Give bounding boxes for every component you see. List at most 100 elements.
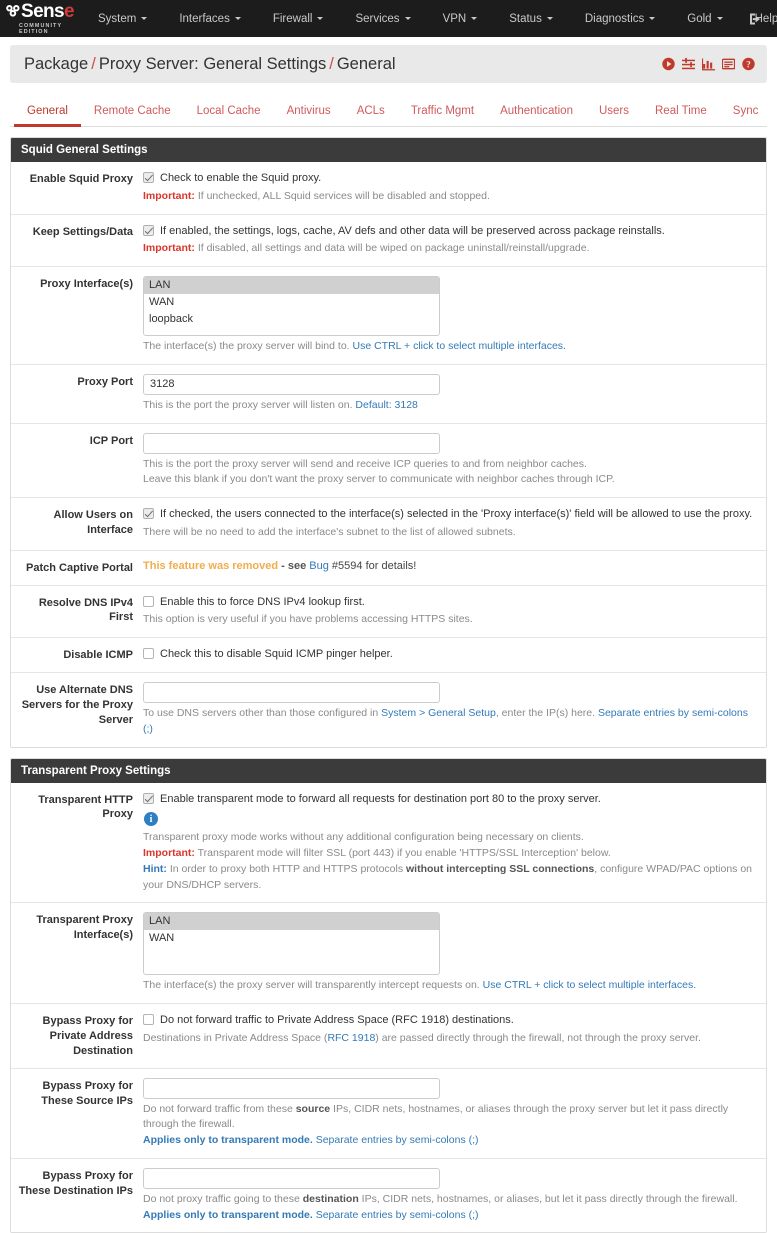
field-transparent-proxy-interfaces: Transparent Proxy Interface(s) LAN WAN T… (11, 903, 766, 1005)
nav-item-status[interactable]: Status (493, 0, 569, 37)
panel-title-squid-general: Squid General Settings (11, 138, 766, 162)
chart-icon[interactable] (702, 58, 715, 71)
note-bold: Applies only to transparent mode. (143, 1134, 313, 1147)
bug-link[interactable]: Bug (309, 560, 329, 572)
field-help: The interface(s) the proxy server will t… (143, 978, 754, 994)
logout-icon[interactable] (748, 12, 763, 26)
field-label: Enable Squid Proxy (29, 173, 133, 185)
field-label: Keep Settings/Data (32, 225, 133, 238)
system-general-setup-link[interactable]: System > General Setup (381, 707, 496, 719)
field-patch-captive-portal: Patch Captive Portal This feature was re… (11, 550, 766, 586)
alternate-dns-servers-input[interactable] (143, 682, 440, 704)
help-text-bold: destination (302, 1192, 359, 1205)
field-disable-icmp: Disable ICMP Check this to disable Squid… (11, 638, 766, 674)
nav-label: Services (355, 12, 400, 25)
separate-entries-link[interactable]: Separate entries by semi-colons (;) (313, 1209, 479, 1221)
tab-traffic-mgmt[interactable]: Traffic Mgmt (398, 101, 487, 127)
transparent-proxy-interfaces-listbox[interactable]: LAN WAN (143, 912, 440, 976)
tab-real-time[interactable]: Real Time (642, 101, 720, 127)
checkbox-label: If enabled, the settings, logs, cache, A… (160, 224, 665, 237)
tab-users[interactable]: Users (586, 101, 642, 127)
nav-item-gold[interactable]: Gold (671, 0, 738, 37)
default-port-link[interactable]: Default: 3128 (355, 399, 417, 411)
field-label: Transparent HTTP Proxy (38, 793, 133, 821)
nav-item-services[interactable]: Services (339, 0, 426, 37)
tab-remote-cache[interactable]: Remote Cache (81, 101, 184, 127)
nav-item-firewall[interactable]: Firewall (257, 0, 340, 37)
transparent-proxy-settings-panel: Transparent Proxy Settings Transparent H… (10, 757, 767, 1233)
field-label: Allow Users on Interface (53, 509, 133, 537)
proxy-port-input[interactable] (143, 373, 440, 395)
help-text-mid: , enter the IP(s) here. (495, 707, 598, 720)
nav-item-interfaces[interactable]: Interfaces (163, 0, 257, 37)
removed-warning-text: This feature was removed (143, 559, 279, 572)
bypass-source-ips-input[interactable] (143, 1077, 440, 1099)
breadcrumb-part-package[interactable]: Package (24, 55, 88, 73)
listbox-option-wan[interactable]: WAN (144, 294, 439, 311)
nav-item-diagnostics[interactable]: Diagnostics (569, 0, 671, 37)
checkbox-label: Check this to disable Squid ICMP pinger … (160, 648, 393, 661)
chevron-down-icon (716, 17, 723, 20)
sliders-icon[interactable] (682, 57, 695, 71)
tab-sync[interactable]: Sync (720, 101, 772, 127)
pfsense-logo[interactable]: Sense COMMUNITY EDITION (4, 2, 75, 35)
listbox-option-lan[interactable]: LAN (144, 277, 439, 295)
svg-text:?: ? (746, 61, 751, 71)
field-help: Do not proxy traffic going to these dest… (143, 1192, 754, 1224)
bug-number-text: #5594 for details! (328, 559, 417, 572)
play-icon[interactable] (662, 57, 675, 71)
field-help: To use DNS servers other than those conf… (143, 706, 754, 738)
separate-entries-link[interactable]: Separate entries by semi-colons (;) (313, 1134, 479, 1146)
icp-port-input[interactable] (143, 432, 440, 454)
enable-squid-proxy-checkbox[interactable] (143, 172, 154, 183)
listbox-option-lan[interactable]: LAN (144, 913, 439, 931)
help-icon[interactable]: ? (742, 57, 755, 71)
tab-authentication[interactable]: Authentication (487, 101, 586, 127)
breadcrumb-separator: / (91, 54, 96, 73)
listbox-option-loopback[interactable]: loopback (144, 311, 439, 328)
help-text: This is the port the proxy server will l… (143, 398, 356, 411)
field-label: Resolve DNS IPv4 First (38, 596, 133, 624)
breadcrumb-actions: ? (662, 57, 755, 71)
field-label: Bypass Proxy for Private Address Destina… (42, 1015, 133, 1057)
info-icon: i (144, 812, 158, 827)
field-label: ICP Port (89, 434, 133, 447)
squid-general-settings-panel: Squid General Settings Enable Squid Prox… (10, 137, 767, 748)
hint-text-pre: In order to proxy both HTTP and HTTPS pr… (166, 862, 406, 875)
ctrl-click-help-link[interactable]: Use CTRL + click to select multiple inte… (353, 340, 566, 352)
help-text-pre: To use DNS servers other than those conf… (143, 707, 382, 720)
help-text-pre: Do not proxy traffic going to these (143, 1192, 303, 1205)
field-help: There will be no need to add the interfa… (143, 526, 516, 539)
ctrl-click-help-link[interactable]: Use CTRL + click to select multiple inte… (483, 979, 696, 991)
listbox-option-wan[interactable]: WAN (144, 930, 439, 947)
transparent-http-proxy-checkbox[interactable] (143, 792, 154, 804)
field-help: Destinations in Private Address Space (R… (143, 1031, 754, 1047)
keep-settings-data-checkbox[interactable] (143, 224, 154, 236)
note-bold: Applies only to transparent mode. (143, 1208, 313, 1221)
bypass-destination-ips-input[interactable] (143, 1167, 440, 1189)
nav-label: System (97, 12, 137, 25)
proxy-interfaces-listbox[interactable]: LAN WAN loopback (143, 276, 440, 337)
log-icon[interactable] (722, 58, 735, 71)
field-alternate-dns-servers: Use Alternate DNS Servers for the Proxy … (11, 673, 766, 747)
help-text: The interface(s) the proxy server will t… (143, 979, 483, 992)
allow-users-on-interface-checkbox[interactable] (143, 508, 154, 520)
field-bypass-destination-ips: Bypass Proxy for These Destination IPs D… (11, 1158, 766, 1233)
field-help: This is the port the proxy server will l… (143, 398, 754, 414)
nav-item-system[interactable]: System (82, 0, 163, 37)
field-proxy-interfaces: Proxy Interface(s) LAN WAN loopback The … (11, 267, 766, 365)
tab-general[interactable]: General (14, 101, 81, 127)
checkbox-label: Enable transparent mode to forward all r… (160, 792, 601, 805)
tab-acls[interactable]: ACLs (344, 101, 398, 127)
breadcrumb-part-proxy-server[interactable]: Proxy Server: General Settings (99, 55, 326, 73)
disable-icmp-checkbox[interactable] (143, 648, 154, 660)
tab-antivirus[interactable]: Antivirus (274, 101, 344, 127)
nav-item-vpn[interactable]: VPN (427, 0, 494, 37)
resolve-dns-ipv4-first-checkbox[interactable] (143, 595, 154, 607)
pfsense-logo-mark (6, 4, 20, 20)
rfc1918-link[interactable]: RFC 1918 (327, 1032, 375, 1044)
field-resolve-dns-ipv4-first: Resolve DNS IPv4 First Enable this to fo… (11, 585, 766, 639)
chevron-down-icon (649, 17, 656, 20)
field-enable-squid-proxy: Enable Squid Proxy Check to enable the S… (11, 162, 766, 215)
tab-local-cache[interactable]: Local Cache (184, 101, 274, 127)
